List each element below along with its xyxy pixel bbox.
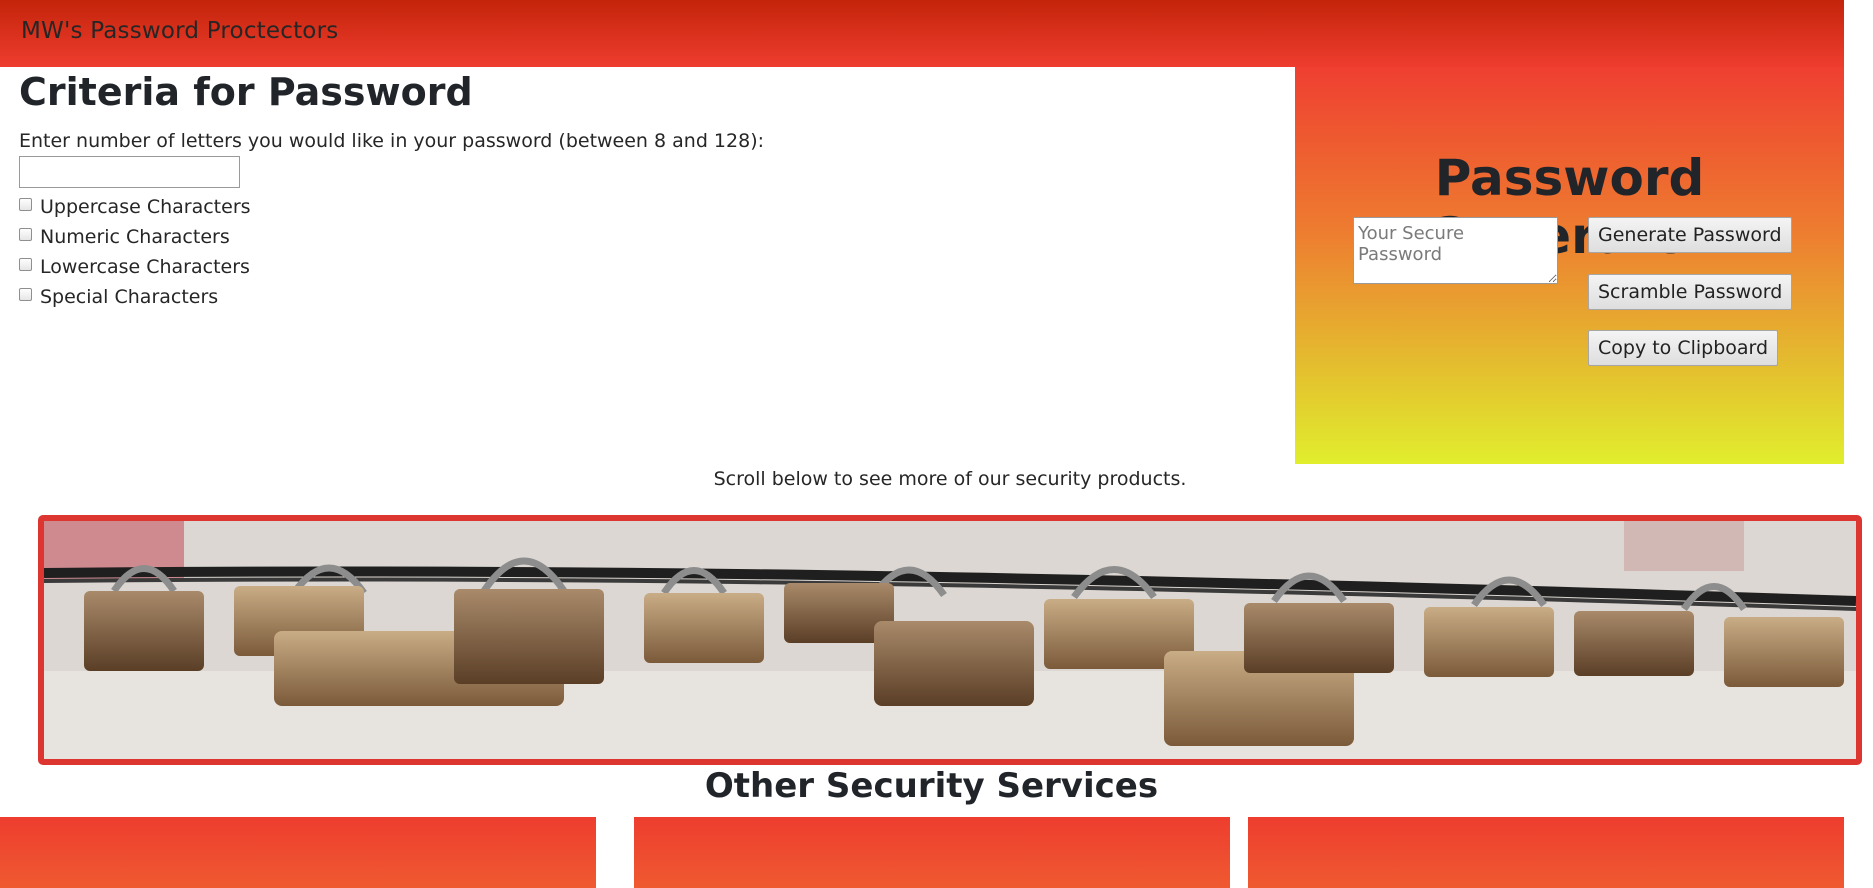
padlocks-on-chain-image bbox=[44, 521, 1856, 759]
service-card-1[interactable] bbox=[0, 817, 596, 888]
scramble-password-button[interactable]: Scramble Password bbox=[1588, 274, 1793, 310]
uppercase-checkbox[interactable] bbox=[19, 197, 32, 211]
option-uppercase[interactable]: Uppercase Characters bbox=[19, 194, 251, 220]
padlocks-banner bbox=[38, 515, 1862, 765]
criteria-section: Criteria for Password Enter number of le… bbox=[19, 70, 764, 308]
other-services-title: Other Security Services bbox=[704, 766, 1159, 806]
site-header: MW's Password Proctectors bbox=[0, 0, 1844, 67]
lowercase-checkbox[interactable] bbox=[19, 257, 32, 271]
service-card-2[interactable] bbox=[634, 817, 1230, 888]
password-output[interactable] bbox=[1353, 217, 1558, 284]
special-label[interactable]: Special Characters bbox=[40, 286, 218, 308]
numeric-label[interactable]: Numeric Characters bbox=[40, 226, 230, 248]
brand-title[interactable]: MW's Password Proctectors bbox=[21, 18, 338, 44]
option-numeric[interactable]: Numeric Characters bbox=[19, 224, 230, 250]
password-generator-panel: Password Generator Generate Password Scr… bbox=[1295, 67, 1844, 464]
scroll-note: Scroll below to see more of our security… bbox=[713, 468, 1187, 490]
criteria-title: Criteria for Password bbox=[19, 70, 473, 114]
special-checkbox[interactable] bbox=[19, 287, 32, 301]
numeric-checkbox[interactable] bbox=[19, 227, 32, 241]
option-special[interactable]: Special Characters bbox=[19, 284, 218, 310]
generate-password-button[interactable]: Generate Password bbox=[1588, 217, 1792, 253]
uppercase-label[interactable]: Uppercase Characters bbox=[40, 196, 251, 218]
option-lowercase[interactable]: Lowercase Characters bbox=[19, 254, 250, 280]
service-card-3[interactable] bbox=[1248, 817, 1844, 888]
password-length-input[interactable] bbox=[19, 156, 240, 188]
lowercase-label[interactable]: Lowercase Characters bbox=[40, 256, 250, 278]
length-instructions: Enter number of letters you would like i… bbox=[19, 130, 765, 152]
copy-to-clipboard-button[interactable]: Copy to Clipboard bbox=[1588, 330, 1779, 366]
